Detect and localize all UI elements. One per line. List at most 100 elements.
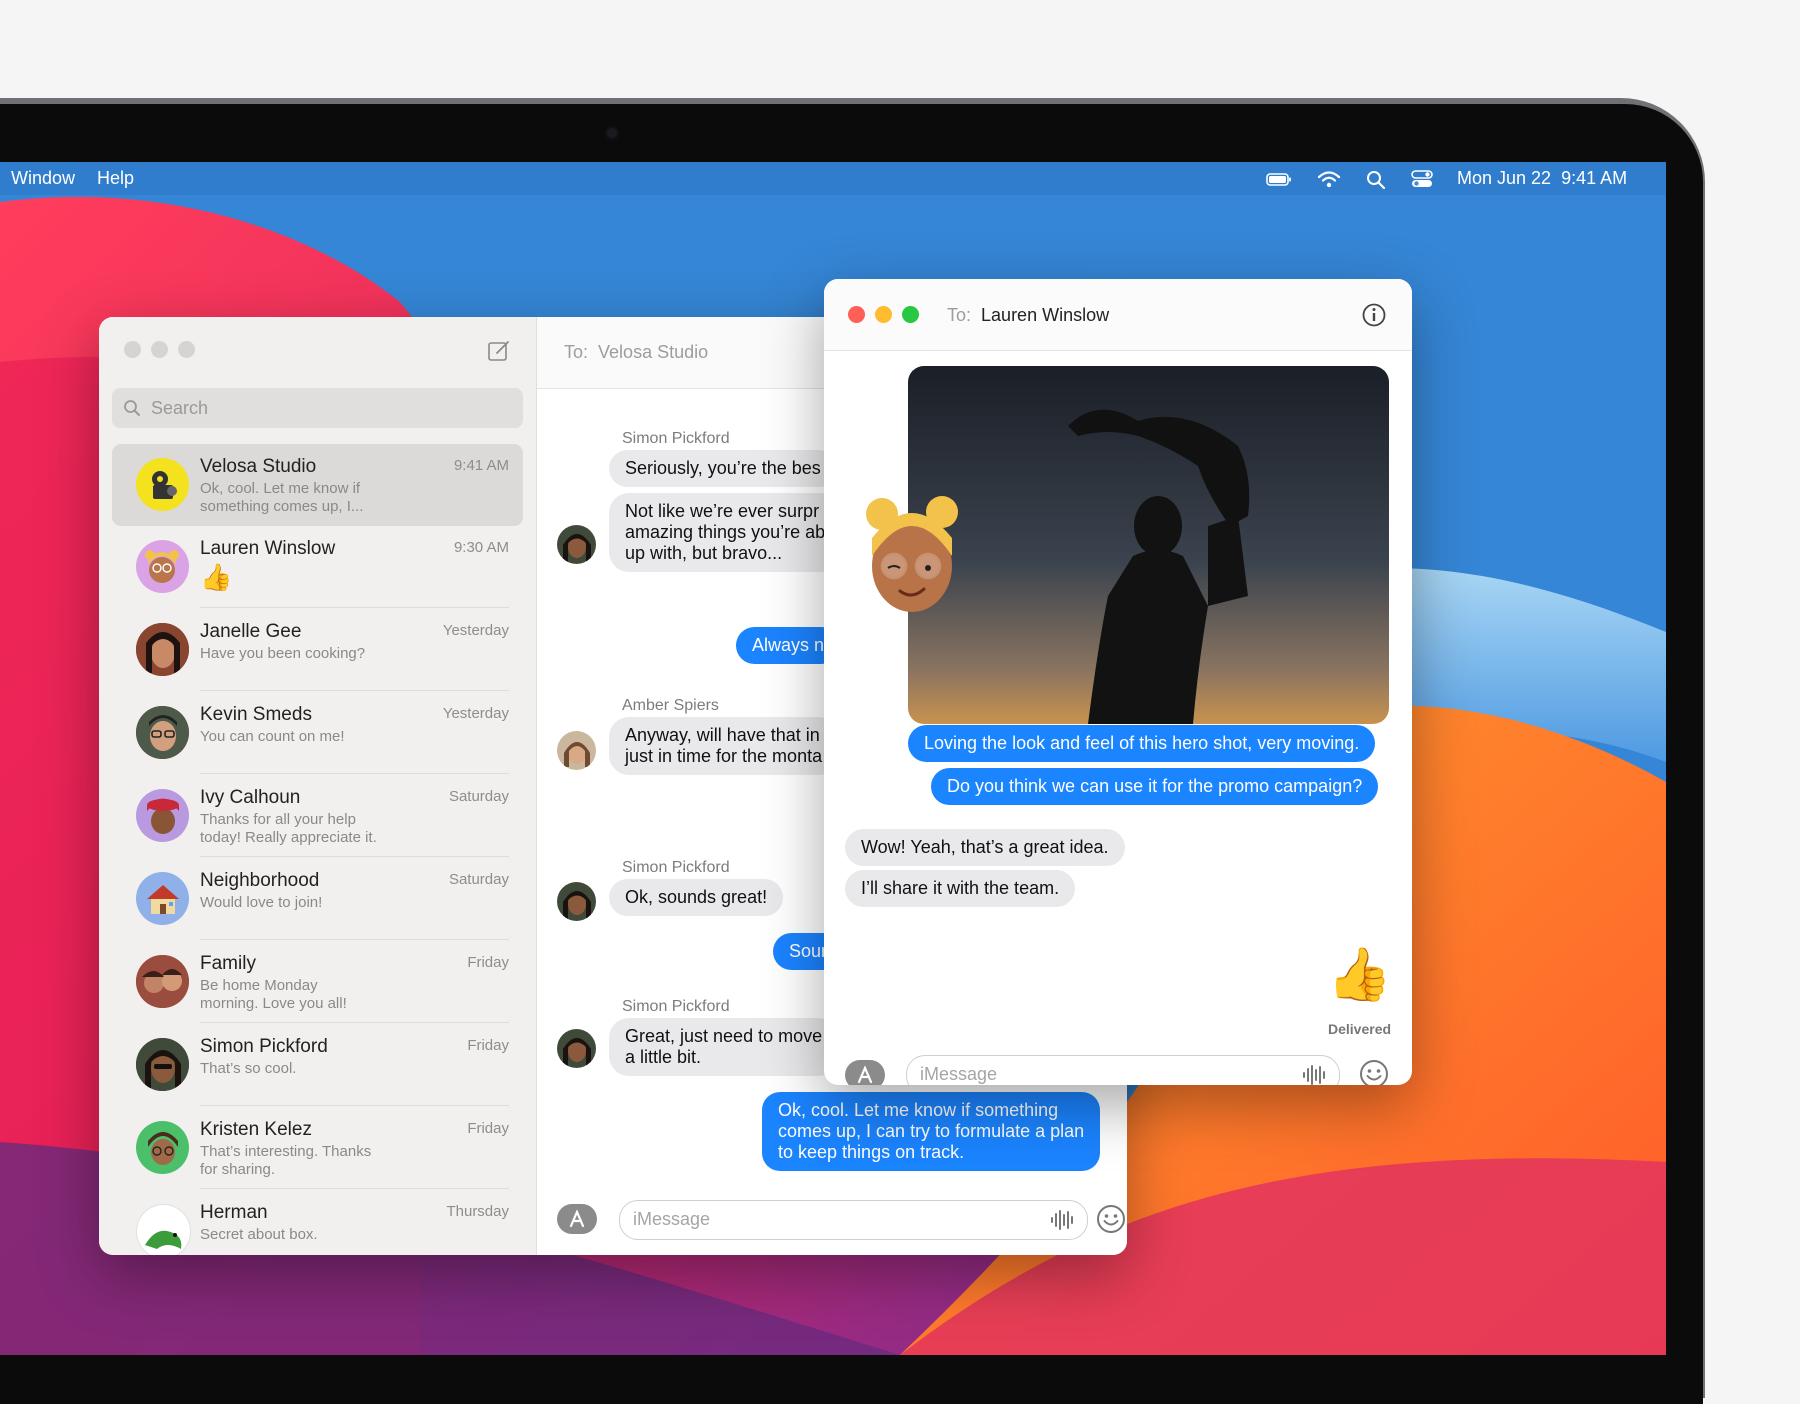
- delivery-status: Delivered: [1328, 1021, 1392, 1037]
- wifi-icon[interactable]: [1316, 168, 1342, 190]
- menu-help[interactable]: Help: [97, 168, 134, 189]
- menubar-clock[interactable]: Mon Jun 22 9:41 AM: [1457, 168, 1627, 189]
- conversation-time: Friday: [467, 954, 509, 971]
- conversation-preview: 👍: [200, 562, 233, 592]
- spotlight-search-icon[interactable]: [1364, 168, 1390, 190]
- sender-name: Simon Pickford: [622, 430, 730, 447]
- outgoing-message[interactable]: Ok, cool. Let me know if something comes…: [762, 1092, 1101, 1171]
- conversation-herman[interactable]: Herman Thursday Secret about box.: [112, 1190, 523, 1255]
- minimize-button[interactable]: [151, 341, 168, 358]
- message-input[interactable]: iMessage: [906, 1055, 1340, 1085]
- conversation-janelle-gee[interactable]: Janelle Gee Yesterday Have you been cook…: [112, 609, 523, 691]
- emoji-icon[interactable]: [1095, 1203, 1127, 1235]
- camera: [607, 128, 617, 138]
- desktop: Window Help Mon Jun 22 9:41 AM Search Ve…: [0, 162, 1666, 1355]
- sender-name: Simon Pickford: [622, 998, 730, 1015]
- conversation-sidebar: Search Velosa Studio 9:41 AM Ok, cool. L…: [99, 317, 537, 1255]
- conversation-kristen-kelez[interactable]: Kristen Kelez Friday That’s interesting.…: [112, 1107, 523, 1189]
- conversation-time: Yesterday: [442, 705, 509, 722]
- conversation-name: Family: [200, 953, 256, 974]
- zoom-button[interactable]: [902, 306, 919, 323]
- control-center-icon[interactable]: [1410, 168, 1436, 190]
- emoji-icon[interactable]: [1358, 1058, 1390, 1085]
- conversation-time: Saturday: [448, 788, 509, 805]
- sender-avatar: [557, 731, 596, 770]
- search-field[interactable]: Search: [112, 388, 523, 428]
- audio-waveform-icon[interactable]: [1301, 1063, 1327, 1085]
- menu-window[interactable]: Window: [11, 168, 75, 189]
- memoji-sticker[interactable]: [862, 486, 962, 626]
- conversation-name: Neighborhood: [200, 870, 320, 891]
- compose-icon[interactable]: [487, 339, 511, 363]
- avatar: [136, 540, 189, 593]
- divider: [200, 1188, 509, 1189]
- outgoing-message[interactable]: Do you think we can use it for the promo…: [931, 768, 1379, 805]
- avatar: [136, 458, 189, 511]
- conversation-name: Velosa Studio: [200, 456, 317, 477]
- conversation-velosa-studio[interactable]: Velosa Studio 9:41 AM Ok, cool. Let me k…: [112, 444, 523, 526]
- conversation-preview: Ok, cool. Let me know if something comes…: [200, 480, 364, 515]
- minimize-button[interactable]: [875, 306, 892, 323]
- lauren-winslow-window: To: Lauren Winslow Loving the look and f…: [824, 279, 1412, 1085]
- incoming-message[interactable]: Ok, sounds great!: [609, 879, 784, 916]
- divider: [200, 690, 509, 691]
- battery-icon[interactable]: [1266, 168, 1292, 190]
- conversation-kevin-smeds[interactable]: Kevin Smeds Yesterday You can count on m…: [112, 692, 523, 774]
- sender-avatar: [557, 882, 596, 921]
- hero-photo[interactable]: [908, 366, 1389, 724]
- divider: [200, 773, 509, 774]
- incoming-message[interactable]: I’ll share it with the team.: [845, 870, 1076, 907]
- divider: [200, 1105, 509, 1106]
- search-icon: [124, 400, 140, 416]
- lizard-icon: [145, 1230, 182, 1249]
- close-button[interactable]: [848, 306, 865, 323]
- sender-avatar: [557, 525, 596, 564]
- message-placeholder: iMessage: [920, 1064, 998, 1084]
- conversation-time: Yesterday: [442, 622, 509, 639]
- conversation-lauren-winslow[interactable]: Lauren Winslow 9:30 AM 👍: [112, 526, 523, 608]
- message-input[interactable]: iMessage: [619, 1200, 1088, 1240]
- conversation-time: 9:41 AM: [453, 457, 509, 474]
- conversation-time: Friday: [467, 1120, 509, 1137]
- avatar: [136, 1121, 189, 1174]
- conversation-preview: Thanks for all your help today! Really a…: [200, 811, 377, 846]
- app-store-icon[interactable]: [845, 1060, 885, 1085]
- thumbs-up-reaction[interactable]: 👍: [1327, 945, 1392, 1005]
- divider: [200, 939, 509, 940]
- conversation-name: Ivy Calhoun: [200, 787, 301, 808]
- info-icon[interactable]: [1361, 302, 1387, 328]
- divider: [200, 607, 509, 608]
- incoming-message[interactable]: Anyway, will have that in just in time f…: [609, 717, 839, 775]
- incoming-message[interactable]: Seriously, you’re the bes: [609, 450, 837, 487]
- conversation-preview: Have you been cooking?: [200, 645, 366, 662]
- conversation-simon-pickford[interactable]: Simon Pickford Friday That’s so cool.: [112, 1024, 523, 1106]
- avatar: [136, 1204, 191, 1255]
- recipient-label: To: Velosa Studio: [564, 342, 708, 363]
- audio-waveform-icon[interactable]: [1049, 1208, 1075, 1232]
- recipient-name: Lauren Winslow: [981, 305, 1110, 325]
- avatar: [136, 623, 189, 676]
- avatar: [136, 1038, 189, 1091]
- incoming-message[interactable]: Great, just need to move a little bit.: [609, 1018, 839, 1076]
- conversation-preview: Be home Monday morning. Love you all!: [200, 977, 347, 1012]
- conversation-time: 9:30 AM: [453, 539, 509, 556]
- avatar: [136, 872, 189, 925]
- recipient-label: To: Lauren Winslow: [947, 305, 1109, 326]
- conversation-ivy-calhoun[interactable]: Ivy Calhoun Saturday Thanks for all your…: [112, 775, 523, 857]
- conversation-preview: You can count on me!: [200, 728, 345, 745]
- incoming-message[interactable]: Wow! Yeah, that’s a great idea.: [845, 829, 1125, 866]
- conversation-name: Herman: [200, 1202, 268, 1223]
- window-controls: [848, 306, 919, 323]
- app-store-icon[interactable]: [557, 1204, 597, 1234]
- conversation-name: Janelle Gee: [200, 621, 302, 642]
- conversation-neighborhood[interactable]: Neighborhood Saturday Would love to join…: [112, 858, 523, 940]
- recipient-name: Velosa Studio: [598, 342, 709, 362]
- close-button[interactable]: [124, 341, 141, 358]
- zoom-button[interactable]: [178, 341, 195, 358]
- incoming-message[interactable]: Not like we’re ever surpr amazing things…: [609, 493, 842, 572]
- to-prefix: To:: [947, 305, 972, 325]
- conversation-time: Saturday: [448, 871, 509, 888]
- sender-name: Simon Pickford: [622, 859, 730, 876]
- conversation-family[interactable]: Family Friday Be home Monday morning. Lo…: [112, 941, 523, 1023]
- outgoing-message[interactable]: Loving the look and feel of this hero sh…: [908, 725, 1376, 762]
